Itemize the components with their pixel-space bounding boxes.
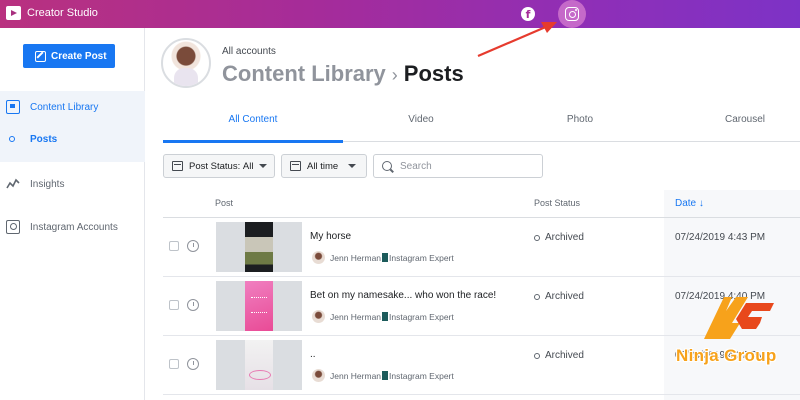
row-checkbox[interactable] bbox=[169, 241, 179, 251]
app-title: Creator Studio bbox=[27, 7, 98, 19]
post-status: Archived bbox=[534, 232, 584, 243]
author-role: Instagram Expert bbox=[389, 311, 454, 322]
sidebar: Create Post Content Library Posts Insigh… bbox=[0, 28, 145, 400]
author-name: Jenn Herman bbox=[330, 370, 382, 381]
insights-icon bbox=[6, 178, 20, 189]
search-icon bbox=[382, 161, 392, 171]
sidebar-item-label: Insights bbox=[30, 178, 65, 190]
calendar-grid-icon bbox=[290, 161, 301, 171]
column-header-status[interactable]: Post Status bbox=[534, 198, 580, 208]
create-post-label: Create Post bbox=[51, 50, 107, 62]
post-author: Jenn Herman Instagram Expert bbox=[312, 251, 454, 264]
tab-video[interactable]: Video bbox=[341, 110, 501, 142]
breadcrumb-current: Posts bbox=[403, 61, 464, 86]
post-status-label: Post Status: bbox=[189, 160, 241, 172]
brand[interactable]: Creator Studio bbox=[6, 6, 98, 20]
clock-icon bbox=[187, 299, 199, 311]
post-status-value: All bbox=[242, 160, 254, 172]
post-image bbox=[245, 340, 273, 390]
create-post-button[interactable]: Create Post bbox=[23, 44, 115, 68]
sidebar-item-label: Content Library bbox=[30, 101, 99, 113]
clock-icon bbox=[187, 240, 199, 252]
sidebar-item-instagram-accounts[interactable]: Instagram Accounts bbox=[0, 216, 145, 238]
instagram-badge-icon bbox=[382, 371, 389, 380]
breadcrumb-separator: › bbox=[391, 65, 398, 85]
breadcrumb-parent[interactable]: Content Library bbox=[222, 61, 386, 86]
search-box bbox=[373, 154, 543, 178]
post-author: Jenn Herman Instagram Expert bbox=[312, 369, 454, 382]
post-title[interactable]: My horse bbox=[310, 231, 351, 242]
post-image bbox=[245, 222, 273, 272]
row-checkbox[interactable] bbox=[169, 359, 179, 369]
filter-list-icon bbox=[172, 161, 183, 171]
status-dot-icon bbox=[534, 352, 540, 359]
author-avatar bbox=[312, 310, 325, 323]
author-avatar bbox=[312, 251, 325, 264]
table-row[interactable]: My horse Jenn Herman Instagram Expert Arc… bbox=[163, 218, 800, 277]
account-selector-label[interactable]: All accounts bbox=[222, 46, 276, 57]
row-checkbox[interactable] bbox=[169, 300, 179, 310]
tab-all-content[interactable]: All Content bbox=[163, 110, 343, 142]
creator-studio-logo-icon bbox=[6, 6, 21, 20]
posts-dot-icon bbox=[9, 136, 15, 142]
post-thumbnail[interactable] bbox=[216, 281, 302, 331]
post-thumbnail[interactable] bbox=[216, 340, 302, 390]
sidebar-item-label: Instagram Accounts bbox=[30, 221, 118, 233]
column-header-post: Post bbox=[215, 198, 234, 208]
post-status-filter[interactable]: Post Status: All bbox=[163, 154, 275, 178]
post-status-text: Archived bbox=[545, 291, 584, 302]
sidebar-item-content-library[interactable]: Content Library bbox=[0, 96, 145, 118]
author-name: Jenn Herman bbox=[330, 311, 382, 322]
post-status: Archived bbox=[534, 350, 584, 361]
table-header: Post Post Status Date ↓ bbox=[163, 190, 800, 218]
post-status: Archived bbox=[534, 291, 584, 302]
column-header-date[interactable]: Date ↓ bbox=[675, 198, 704, 209]
instagram-icon bbox=[565, 7, 579, 21]
time-range-filter[interactable]: All time bbox=[281, 154, 367, 178]
search-input[interactable] bbox=[400, 160, 530, 172]
active-tab-indicator bbox=[163, 140, 343, 143]
instagram-accounts-icon bbox=[6, 220, 20, 234]
edit-icon bbox=[35, 50, 46, 62]
instagram-tab-button[interactable] bbox=[558, 0, 586, 28]
status-dot-icon bbox=[534, 293, 540, 300]
top-bar: Creator Studio f bbox=[0, 0, 800, 28]
instagram-badge-icon bbox=[382, 312, 389, 321]
sidebar-item-label: Posts bbox=[30, 133, 58, 145]
post-author: Jenn Herman Instagram Expert bbox=[312, 310, 454, 323]
post-thumbnail[interactable] bbox=[216, 222, 302, 272]
tab-carousel[interactable]: Carousel bbox=[675, 110, 800, 142]
sidebar-item-insights[interactable]: Insights bbox=[0, 173, 145, 195]
clock-icon bbox=[187, 358, 199, 370]
tab-photo[interactable]: Photo bbox=[500, 110, 660, 142]
ninja-group-logo-icon bbox=[704, 297, 774, 339]
instagram-badge-icon bbox=[382, 253, 389, 262]
content-tabs: All Content Video Photo Carousel bbox=[163, 110, 800, 143]
author-role: Instagram Expert bbox=[389, 252, 454, 263]
time-range-value: All time bbox=[307, 160, 339, 172]
chevron-down-icon bbox=[348, 164, 357, 168]
post-status-text: Archived bbox=[545, 350, 584, 361]
post-image bbox=[245, 281, 273, 331]
facebook-icon[interactable]: f bbox=[521, 7, 535, 21]
post-title[interactable]: .. bbox=[310, 349, 316, 360]
status-dot-icon bbox=[534, 234, 540, 241]
account-avatar[interactable] bbox=[161, 38, 211, 88]
post-date: 07/24/2019 4:43 PM bbox=[675, 232, 766, 243]
watermark-text: Ninja Group bbox=[676, 346, 777, 365]
post-status-text: Archived bbox=[545, 232, 584, 243]
content-library-icon bbox=[6, 100, 20, 114]
chevron-down-icon bbox=[259, 164, 268, 168]
post-title[interactable]: Bet on my namesake... who won the race! bbox=[310, 290, 496, 301]
author-avatar bbox=[312, 369, 325, 382]
author-name: Jenn Herman bbox=[330, 252, 382, 263]
sidebar-item-posts[interactable]: Posts bbox=[0, 128, 145, 150]
author-role: Instagram Expert bbox=[389, 370, 454, 381]
page-title: Content Library › Posts bbox=[222, 61, 464, 87]
